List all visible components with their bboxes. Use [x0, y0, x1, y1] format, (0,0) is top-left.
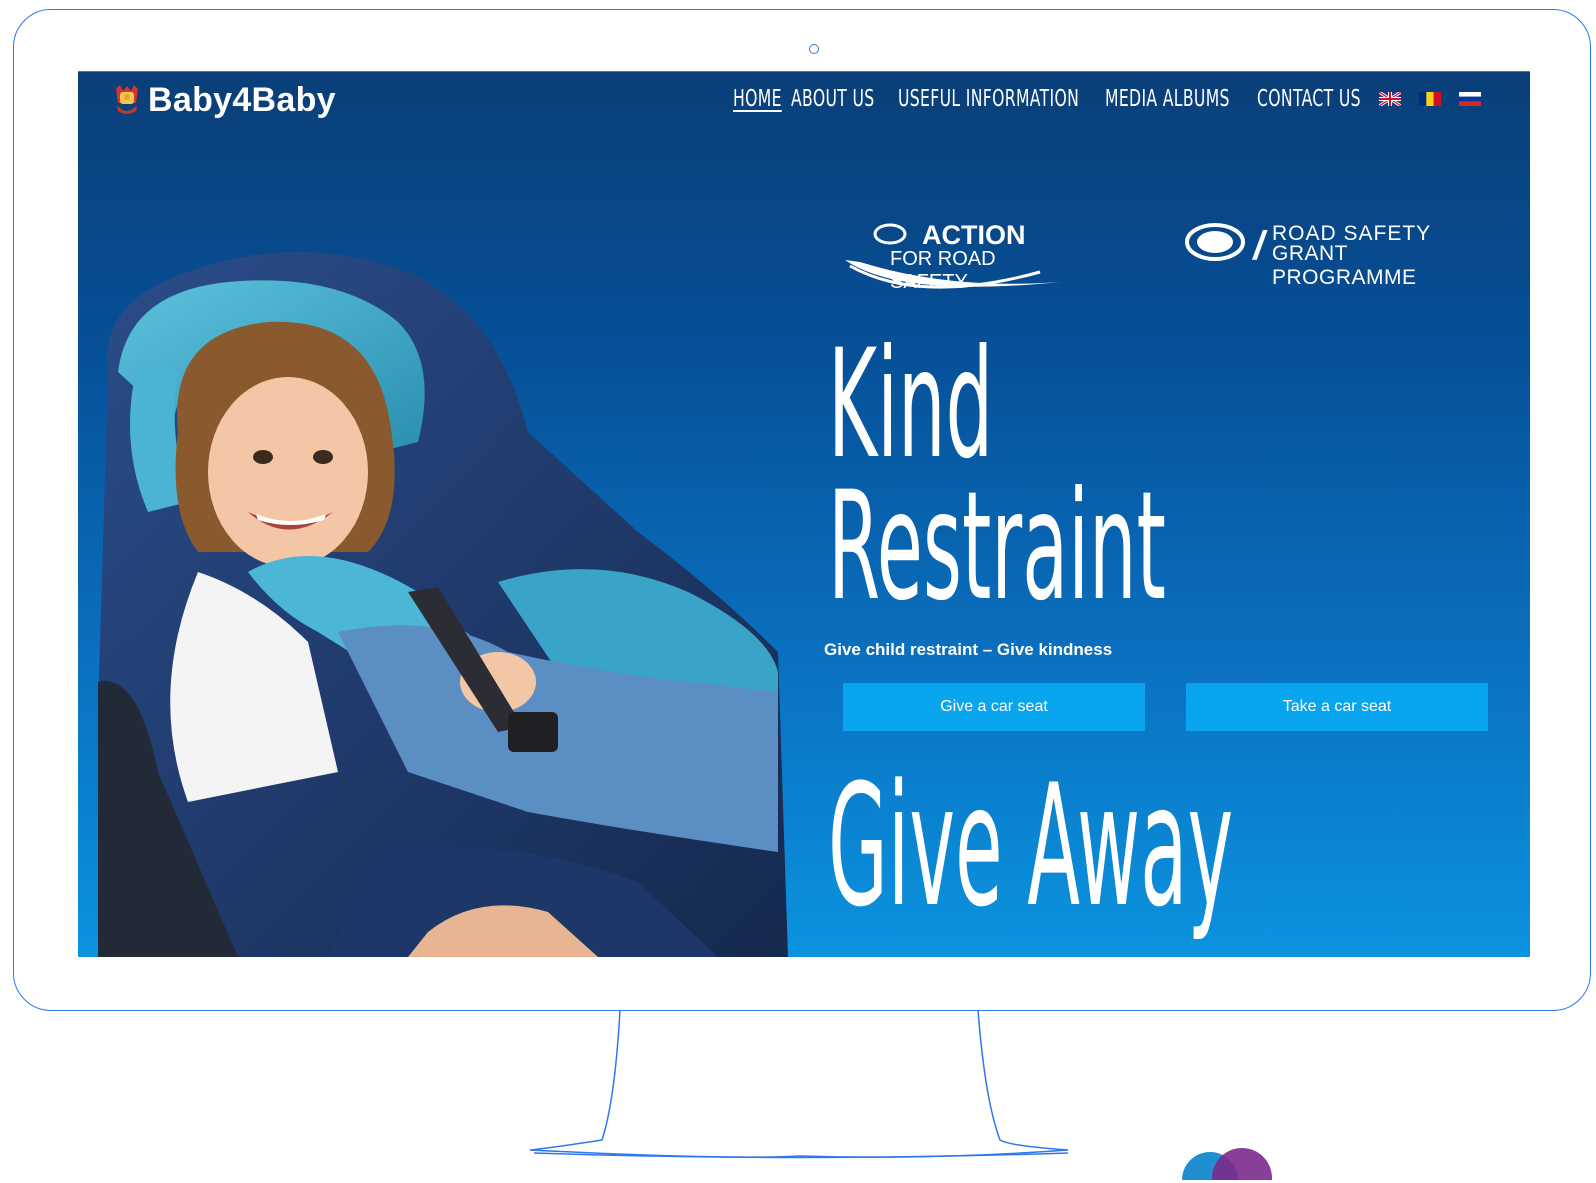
child-car-seat-photo — [98, 252, 788, 957]
logo-text: Baby4Baby — [148, 80, 336, 119]
fia-action-road-safety-logo: ACTION FOR ROAD SAFETY — [840, 220, 1065, 300]
give-car-seat-button[interactable]: Give a car seat — [843, 683, 1145, 731]
fia-grant-programme-logo: / ROAD SAFETY GRANT PROGRAMME — [1184, 220, 1494, 289]
main-nav: HOME ABOUT US USEFUL INFORMATION MEDIA A… — [733, 82, 1481, 116]
take-car-seat-button[interactable]: Take a car seat — [1186, 683, 1488, 731]
nav-useful-information[interactable]: USEFUL INFORMATION — [898, 86, 1079, 112]
romania-flag-icon[interactable] — [1419, 92, 1441, 106]
fia-emblem-icon — [1185, 223, 1245, 261]
website-screen: Baby4Baby HOME ABOUT US USEFUL INFORMATI… — [78, 71, 1530, 957]
nav-about-us[interactable]: ABOUT US — [791, 86, 875, 112]
uk-flag-icon[interactable] — [1379, 92, 1401, 106]
headline-give-away: Give Away — [828, 748, 1234, 944]
site-logo[interactable]: Baby4Baby — [110, 80, 336, 120]
monitor-stand — [529, 1009, 1075, 1178]
fia-action-subtitle: FOR ROAD SAFETY — [890, 248, 996, 293]
headline-restraint: Restraint — [828, 460, 1166, 634]
car-seat-logo-icon — [116, 85, 138, 114]
nav-home[interactable]: HOME — [733, 86, 782, 112]
corner-brand-icon — [1182, 1148, 1272, 1180]
nav-media-albums[interactable]: MEDIA ALBUMS — [1105, 86, 1230, 112]
slash-divider: / — [1250, 224, 1270, 268]
russia-flag-icon[interactable] — [1459, 92, 1481, 106]
nav-contact-us[interactable]: CONTACT US — [1257, 86, 1361, 112]
headline-kind: Kind — [828, 318, 994, 492]
fia-action-title: ACTION — [922, 220, 1026, 250]
grant-line-2: GRANT PROGRAMME — [1272, 242, 1417, 289]
tagline: Give child restraint – Give kindness — [824, 640, 1113, 659]
camera-dot — [809, 44, 819, 54]
